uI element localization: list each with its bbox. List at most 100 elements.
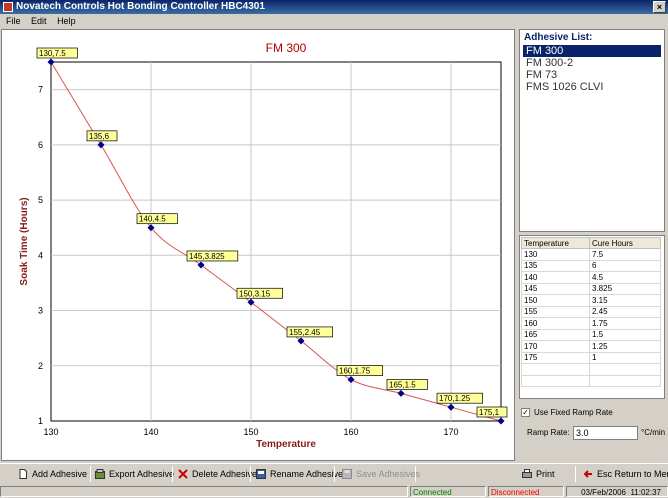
cure-hours-cell[interactable]: 1.25 [589,340,661,353]
temperature-cell[interactable]: 135 [521,259,590,272]
table-empty-row[interactable] [521,374,661,387]
data-label: 170,1.25 [439,394,471,403]
save-disk-icon [342,469,352,479]
temperature-cell[interactable]: 165 [521,328,590,341]
status-date: 03/Feb/2006 [581,488,626,497]
temperature-cell[interactable]: 150 [521,294,590,307]
table-row[interactable]: 140 4.5 [521,271,661,284]
table-row[interactable]: 160 1.75 [521,317,661,330]
adhesive-list-item[interactable]: FMS 1026 CLVI [523,81,661,93]
menu-edit[interactable]: Edit [27,14,51,28]
cure-hours-cell[interactable]: 1.5 [589,328,661,341]
data-label: 150,3.15 [239,289,271,298]
table-empty-row[interactable] [521,363,661,376]
column-header-temperature[interactable]: Temperature [521,237,590,249]
right-panel: Adhesive List: FM 300 FM 300-2 FM 73 FMS… [517,29,668,461]
y-tick-label: 3 [38,306,43,316]
toolbar-separator [415,466,416,482]
table-row[interactable]: 135 6 [521,259,661,272]
save-adhesives-button[interactable]: Save Adhesives [342,466,420,482]
x-axis-label: Temperature [256,439,316,450]
print-button[interactable]: Print [522,466,555,482]
temperature-cell[interactable]: 145 [521,282,590,295]
rename-icon [256,469,266,479]
y-tick-label: 4 [38,250,43,260]
export-icon [95,469,105,479]
table-row[interactable]: 150 3.15 [521,294,661,307]
ramp-rate-row: Ramp Rate: 3.0 °C/min [527,426,667,440]
menu-bar: File Edit Help [0,14,668,28]
y-tick-label: 1 [38,416,43,426]
menu-file[interactable]: File [0,14,25,28]
fixed-ramp-label: Use Fixed Ramp Rate [534,408,613,417]
toolbar-separator [334,466,335,482]
cure-hours-cell[interactable]: 6 [589,259,661,272]
empty-cell[interactable] [521,363,590,376]
status-bar: Connected Disconnected 03/Feb/2006 11:02… [0,485,668,498]
add-adhesive-button[interactable]: Add Adhesive [18,466,87,482]
table-row[interactable]: 145 3.825 [521,282,661,295]
chart-title: FM 300 [266,41,307,55]
cure-hours-cell[interactable]: 3.825 [589,282,661,295]
y-tick-label: 6 [38,140,43,150]
fixed-ramp-option[interactable]: ✓ Use Fixed Ramp Rate [521,408,613,418]
delete-adhesive-button[interactable]: Delete Adhesive [178,466,257,482]
table-row[interactable]: 155 2.45 [521,305,661,318]
toolbar-separator [172,466,173,482]
cure-hours-cell[interactable]: 7.5 [589,248,661,261]
column-header-cure-hours[interactable]: Cure Hours [589,237,661,249]
chart-panel: 130 140 150 160 170 1 2 3 4 5 6 7 FM 300 Temperature S… [1,29,515,461]
cure-hours-cell[interactable]: 4.5 [589,271,661,284]
x-tick-label: 130 [43,427,58,437]
cure-hours-cell[interactable]: 1 [589,351,661,364]
export-adhesive-button[interactable]: Export Adhesive [95,466,174,482]
ramp-rate-unit: °C/min [641,428,666,437]
new-document-icon [18,469,28,479]
cure-hours-cell[interactable]: 1.75 [589,317,661,330]
temperature-cell[interactable]: 160 [521,317,590,330]
x-tick-label: 170 [443,427,458,437]
table-row[interactable]: 175 1 [521,351,661,364]
adhesive-list-title: Adhesive List: [524,32,593,43]
data-label: 135,6 [89,132,110,141]
temperature-cell[interactable]: 175 [521,351,590,364]
menu-help[interactable]: Help [53,14,80,28]
ramp-rate-label: Ramp Rate: [527,428,570,437]
x-tick-label: 160 [343,427,358,437]
cure-table[interactable]: Temperature Cure Hours 130 7.5 135 6 140 4.5 1… [521,237,661,387]
temperature-cell[interactable]: 170 [521,340,590,353]
back-arrow-icon [583,469,593,479]
empty-cell[interactable] [589,374,661,387]
table-row[interactable]: 165 1.5 [521,328,661,341]
delete-x-icon [178,469,188,479]
data-label: 130,7.5 [39,49,66,58]
toolbar-separator [575,466,576,482]
temperature-cell[interactable]: 140 [521,271,590,284]
y-tick-label: 5 [38,195,43,205]
return-to-menu-button[interactable]: Esc Return to Menu [583,466,668,482]
temperature-cell[interactable]: 155 [521,305,590,318]
fixed-ramp-checkbox[interactable]: ✓ [521,408,530,418]
toolbar-separator [90,466,91,482]
cure-hours-cell[interactable]: 2.45 [589,305,661,318]
adhesive-listbox[interactable]: FM 300 FM 300-2 FM 73 FMS 1026 CLVI [523,45,661,105]
table-row[interactable]: 130 7.5 [521,248,661,261]
empty-cell[interactable] [589,363,661,376]
data-label: 145,3.825 [189,252,225,261]
rename-adhesive-button[interactable]: Rename Adhesive [256,466,343,482]
soak-time-chart: 130 140 150 160 170 1 2 3 4 5 6 7 FM 300 Temperature S… [19,41,508,450]
cure-hours-cell[interactable]: 3.15 [589,294,661,307]
adhesive-list-item[interactable]: FM 300 [523,45,661,57]
cure-table-panel: Temperature Cure Hours 130 7.5 135 6 140 4.5 1… [519,235,665,399]
empty-cell[interactable] [521,374,590,387]
disconnected-status: Disconnected [488,486,564,497]
ramp-rate-input[interactable]: 3.0 [573,426,638,440]
connected-status: Connected [410,486,486,497]
temperature-cell[interactable]: 130 [521,248,590,261]
close-window-button[interactable]: × [653,1,666,13]
window-title-bar: Novatech Controls Hot Bonding Controller… [0,0,668,14]
toolbar-separator [250,466,251,482]
adhesive-list-item[interactable]: FM 300-2 [523,57,661,69]
adhesive-list-item[interactable]: FM 73 [523,69,661,81]
table-row[interactable]: 170 1.25 [521,340,661,353]
